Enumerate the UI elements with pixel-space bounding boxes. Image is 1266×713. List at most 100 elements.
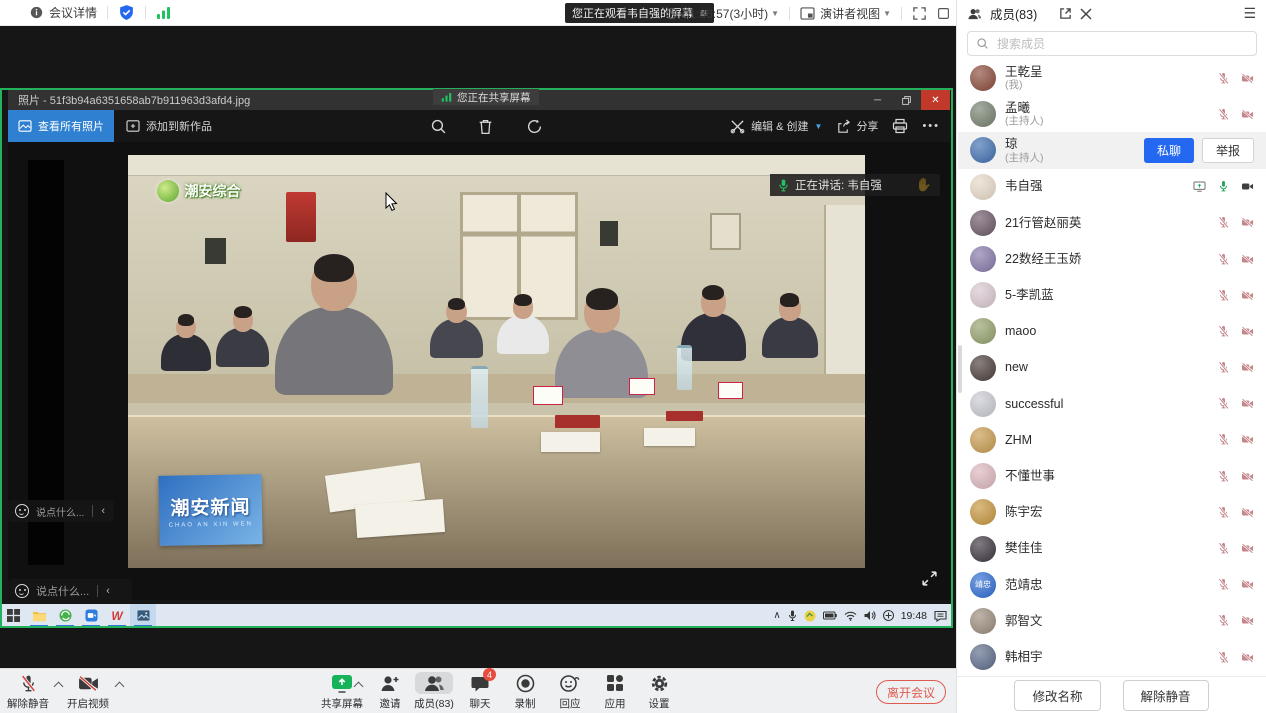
- camera-off-icon[interactable]: [1241, 216, 1254, 229]
- browser-icon[interactable]: [52, 604, 78, 627]
- print-icon[interactable]: [892, 118, 908, 134]
- taskbar-clock[interactable]: 19:48: [901, 610, 927, 622]
- windows-start-button[interactable]: [0, 604, 26, 627]
- camera-on-icon[interactable]: [1241, 180, 1254, 193]
- mic-muted-icon[interactable]: [1217, 108, 1230, 121]
- camera-off-icon[interactable]: [1241, 108, 1254, 121]
- action-center-icon[interactable]: [934, 610, 947, 622]
- file-explorer-icon[interactable]: [26, 604, 52, 627]
- meeting-details[interactable]: 会议详情: [30, 4, 97, 21]
- mic-muted-icon[interactable]: [1217, 253, 1230, 266]
- mic-muted-icon[interactable]: [1217, 470, 1230, 483]
- view-all-photos-button[interactable]: 查看所有照片: [8, 110, 114, 142]
- report-button[interactable]: 举报: [1202, 138, 1254, 163]
- tray-speaker-icon[interactable]: [864, 610, 876, 621]
- video-options-caret[interactable]: [115, 682, 125, 692]
- member-row[interactable]: ZHM: [958, 422, 1266, 458]
- panel-toggle-icon[interactable]: [937, 7, 950, 20]
- member-row[interactable]: 郭智文: [958, 603, 1266, 639]
- tray-expand-icon[interactable]: ∧: [773, 610, 780, 621]
- emoji-icon[interactable]: [15, 504, 29, 518]
- meeting-app-icon[interactable]: [78, 604, 104, 627]
- window-close-button[interactable]: ✕: [921, 90, 950, 110]
- chat-quick-bar[interactable]: 说点什么... ‹: [8, 579, 132, 603]
- settings-button[interactable]: 设置: [631, 672, 687, 711]
- panel-scrollbar[interactable]: [958, 345, 962, 393]
- camera-off-icon[interactable]: [1241, 542, 1254, 555]
- fullscreen-icon[interactable]: [912, 6, 927, 21]
- mic-muted-icon[interactable]: [1217, 542, 1230, 555]
- mic-muted-icon[interactable]: [1217, 289, 1230, 302]
- mic-muted-icon[interactable]: [1217, 614, 1230, 627]
- member-row[interactable]: new: [958, 350, 1266, 386]
- member-row[interactable]: 21行管赵丽英: [958, 205, 1266, 241]
- window-restore-button[interactable]: [892, 90, 921, 110]
- add-to-album-button[interactable]: 添加到新作品: [114, 110, 224, 142]
- camera-off-icon[interactable]: [1241, 253, 1254, 266]
- mic-muted-icon[interactable]: [1217, 506, 1230, 519]
- mic-muted-icon[interactable]: [1217, 72, 1230, 85]
- collapse-chat-icon[interactable]: ‹: [101, 505, 105, 517]
- member-row[interactable]: 琼(主持人)私聊举报: [958, 132, 1266, 168]
- mic-muted-icon[interactable]: [1217, 361, 1230, 374]
- member-row[interactable]: 孟曦(主持人): [958, 96, 1266, 132]
- rename-button[interactable]: 修改名称: [1014, 680, 1100, 711]
- share-button[interactable]: 分享: [836, 118, 878, 134]
- mic-muted-icon[interactable]: [1217, 216, 1230, 229]
- emoji-icon[interactable]: [15, 584, 29, 598]
- camera-off-icon[interactable]: [1241, 289, 1254, 302]
- security-shield-icon[interactable]: [118, 4, 135, 21]
- member-row[interactable]: 韩相宇: [958, 639, 1266, 675]
- delete-icon[interactable]: [478, 118, 493, 135]
- member-row[interactable]: successful: [958, 386, 1266, 422]
- member-row[interactable]: 靖忠范靖忠: [958, 567, 1266, 603]
- tray-ime-icon[interactable]: [883, 610, 894, 621]
- member-row[interactable]: 韦自强: [958, 169, 1266, 205]
- member-row[interactable]: 樊佳佳: [958, 530, 1266, 566]
- wps-icon[interactable]: W: [104, 604, 130, 627]
- mic-muted-icon[interactable]: [1217, 651, 1230, 664]
- start-video-button[interactable]: 开启视频: [60, 672, 116, 711]
- camera-off-icon[interactable]: [1241, 72, 1254, 85]
- rotate-icon[interactable]: [526, 118, 543, 135]
- member-row[interactable]: 王乾呈(我): [958, 60, 1266, 96]
- mic-muted-icon[interactable]: [1217, 397, 1230, 410]
- tray-mic-icon[interactable]: [788, 610, 797, 622]
- member-search[interactable]: [967, 31, 1257, 56]
- camera-off-icon[interactable]: [1241, 433, 1254, 446]
- camera-off-icon[interactable]: [1241, 614, 1254, 627]
- more-options-icon[interactable]: •••: [922, 120, 940, 132]
- mic-muted-icon[interactable]: [1217, 325, 1230, 338]
- view-mode-dropdown[interactable]: ▼: [883, 9, 891, 18]
- member-row[interactable]: maoo: [958, 313, 1266, 349]
- duration-dropdown[interactable]: ▼: [771, 9, 779, 18]
- camera-off-icon[interactable]: [1241, 470, 1254, 483]
- network-signal-icon[interactable]: [156, 6, 171, 19]
- popout-panel-icon[interactable]: [1059, 7, 1072, 20]
- camera-off-icon[interactable]: [1241, 361, 1254, 374]
- mic-on-icon[interactable]: [1217, 180, 1230, 193]
- unmute-button[interactable]: 解除静音: [0, 672, 56, 711]
- close-panel-icon[interactable]: [1080, 8, 1092, 20]
- edit-create-button[interactable]: 编辑 & 创建 ▼: [730, 118, 822, 134]
- photos-app-icon[interactable]: [130, 604, 156, 627]
- expand-view-icon[interactable]: [921, 570, 938, 587]
- tray-wifi-icon[interactable]: [844, 611, 857, 621]
- member-row[interactable]: 5-李凯蓝: [958, 277, 1266, 313]
- camera-off-icon[interactable]: [1241, 397, 1254, 410]
- camera-off-icon[interactable]: [1241, 325, 1254, 338]
- panel-menu-icon[interactable]: ☰: [1243, 5, 1256, 22]
- camera-off-icon[interactable]: [1241, 578, 1254, 591]
- zoom-icon[interactable]: [430, 118, 447, 135]
- member-row[interactable]: 陈宇宏: [958, 494, 1266, 530]
- private-chat-button[interactable]: 私聊: [1144, 138, 1194, 163]
- member-row[interactable]: 22数经王玉娇: [958, 241, 1266, 277]
- mic-muted-icon[interactable]: [1217, 433, 1230, 446]
- mic-muted-icon[interactable]: [1217, 578, 1230, 591]
- camera-off-icon[interactable]: [1241, 506, 1254, 519]
- collapse-chat-icon[interactable]: ‹: [106, 585, 110, 597]
- member-row[interactable]: 不懂世事: [958, 458, 1266, 494]
- leave-meeting-button[interactable]: 离开会议: [876, 680, 946, 704]
- unmute-all-button[interactable]: 解除静音: [1123, 680, 1209, 711]
- camera-off-icon[interactable]: [1241, 651, 1254, 664]
